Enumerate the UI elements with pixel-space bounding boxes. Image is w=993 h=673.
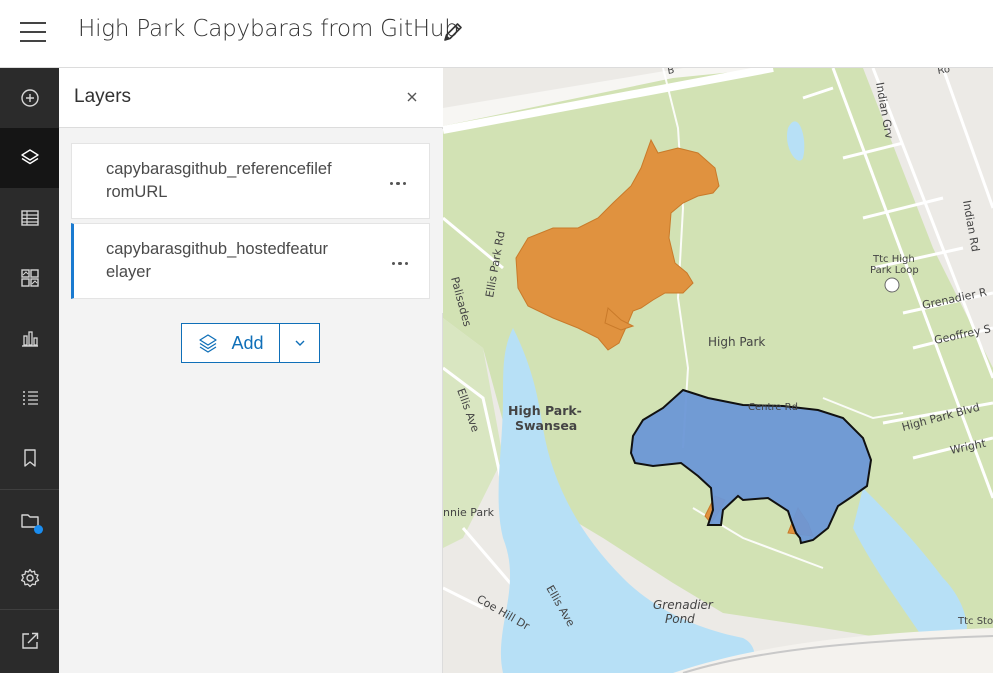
- add-dropdown-button[interactable]: [280, 324, 319, 362]
- layer-item-selected[interactable]: capybarasgithub_hostedfeaturelayer: [71, 223, 430, 299]
- close-icon[interactable]: [403, 88, 421, 106]
- panel-header: Layers: [59, 68, 443, 128]
- layers-action-button[interactable]: [0, 128, 59, 188]
- add-action-button[interactable]: [0, 68, 59, 128]
- legend-list-icon: [22, 391, 38, 405]
- tables-action-button[interactable]: [0, 188, 59, 248]
- share-action-button[interactable]: [0, 610, 59, 670]
- notification-dot: [34, 525, 43, 534]
- hamburger-menu-icon[interactable]: [20, 22, 46, 44]
- more-options-icon[interactable]: [388, 172, 412, 190]
- layers-icon: [199, 334, 218, 353]
- chevron-down-icon: [295, 340, 304, 346]
- map-label: Ttc Stop: [957, 616, 993, 627]
- plus-circle-icon: [20, 89, 39, 107]
- map-view[interactable]: High Park High Park- Swansea Ellis Park …: [443, 68, 993, 673]
- map-label: Centre Rd: [748, 402, 798, 413]
- charts-action-button[interactable]: [0, 308, 59, 368]
- layer-name: capybarasgithub_hostedfeaturelayer: [106, 240, 328, 281]
- map-label: High Park-: [508, 403, 582, 418]
- legend-action-button[interactable]: [0, 368, 59, 428]
- bar-chart-icon: [21, 331, 38, 347]
- add-layer-button[interactable]: Add: [182, 324, 280, 362]
- map-title: High Park Capybaras from GitHub: [78, 16, 459, 42]
- map-label: Swansea: [515, 418, 577, 433]
- map-label: nnie Park: [443, 506, 495, 519]
- map-label: Park Loop: [870, 265, 919, 276]
- save-action-button[interactable]: [0, 490, 59, 550]
- settings-action-button[interactable]: [0, 548, 59, 608]
- panel-title: Layers: [74, 86, 132, 107]
- share-icon: [21, 632, 38, 649]
- map-label: B: [667, 68, 676, 77]
- layer-name: capybarasgithub_referencefilefromURL: [106, 160, 332, 201]
- map-label: High Park: [708, 335, 765, 349]
- add-button-group: Add: [181, 323, 320, 363]
- layers-icon: [20, 149, 39, 165]
- more-options-icon[interactable]: [390, 252, 414, 270]
- add-label: Add: [231, 332, 264, 353]
- table-icon: [20, 210, 39, 226]
- transit-stop-icon[interactable]: [884, 277, 900, 293]
- basemap-gallery-icon: [20, 269, 39, 287]
- bookmarks-action-button[interactable]: [0, 428, 59, 488]
- map-canvas: High Park High Park- Swansea Ellis Park …: [443, 68, 993, 673]
- gear-icon: [20, 568, 39, 588]
- map-label: Ttc High: [872, 254, 915, 265]
- map-label: Grenadier: [653, 598, 714, 612]
- bookmark-icon: [23, 449, 36, 467]
- layer-list: capybarasgithub_referencefilefromURL cap…: [59, 129, 443, 313]
- app-header: High Park Capybaras from GitHub: [0, 0, 993, 68]
- basemap-action-button[interactable]: [0, 248, 59, 308]
- map-label: Pond: [665, 612, 695, 626]
- action-bar: [0, 68, 59, 673]
- layer-item[interactable]: capybarasgithub_referencefilefromURL: [71, 143, 430, 219]
- pencil-icon[interactable]: [441, 20, 465, 44]
- layers-panel: Layers capybarasgithub_referencefilefrom…: [59, 68, 443, 673]
